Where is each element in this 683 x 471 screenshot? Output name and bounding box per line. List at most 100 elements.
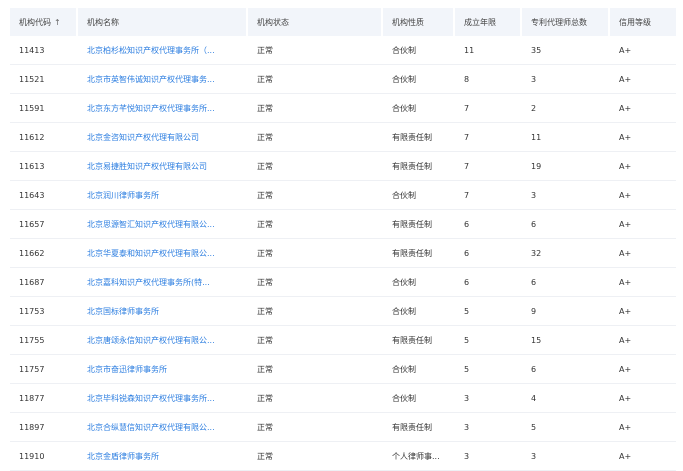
- column-header-agents: 专利代理师总数: [522, 8, 610, 36]
- agency-name-link[interactable]: 北京东方芊悦知识产权代理事务所...: [87, 103, 215, 114]
- agency-credit-rating: A+: [619, 335, 632, 345]
- agency-credit-rating: A+: [619, 45, 632, 55]
- column-header-code[interactable]: 机构代码 ↑: [10, 8, 78, 36]
- agency-name-link[interactable]: 北京思源智汇知识产权代理有限公...: [87, 219, 215, 230]
- table-row: 11877 北京毕科锐森知识产权代理事务所... 正常 合伙制 3 4 A+: [10, 384, 676, 413]
- cell-credit: A+: [610, 123, 676, 151]
- agency-code: 11591: [19, 103, 45, 113]
- agency-credit-rating: A+: [619, 219, 632, 229]
- agency-years: 8: [464, 74, 470, 84]
- cell-agents: 6: [522, 355, 610, 383]
- table-header: 机构代码 ↑ 机构名称 机构状态 机构性质 成立年限 专利代理师总数 信用等级: [10, 8, 676, 36]
- agency-name-link[interactable]: 北京市英智伟诚知识产权代理事务...: [87, 74, 215, 85]
- column-header-years: 成立年限: [455, 8, 522, 36]
- agency-name-link[interactable]: 北京金盾律师事务所: [87, 451, 159, 462]
- table-row: 11757 北京市奋迅律师事务所 正常 合伙制 5 6 A+: [10, 355, 676, 384]
- agency-name-link[interactable]: 北京金咨知识产权代理有限公司: [87, 132, 199, 143]
- agency-status: 正常: [257, 45, 273, 55]
- agency-agent-count: 15: [531, 335, 542, 345]
- cell-credit: A+: [610, 239, 676, 267]
- column-header-name: 机构名称: [78, 8, 248, 36]
- cell-credit: A+: [610, 36, 676, 64]
- cell-nature: 有限责任制: [383, 239, 455, 267]
- cell-status: 正常: [248, 384, 383, 412]
- agency-agent-count: 2: [531, 103, 537, 113]
- agency-years: 6: [464, 219, 470, 229]
- agency-agent-count: 6: [531, 364, 537, 374]
- cell-code: 11877: [10, 384, 78, 412]
- cell-nature: 合伙制: [383, 94, 455, 122]
- agency-status: 正常: [257, 277, 273, 287]
- cell-code: 11897: [10, 413, 78, 441]
- cell-credit: A+: [610, 297, 676, 325]
- cell-years: 7: [455, 123, 522, 151]
- agency-credit-rating: A+: [619, 277, 632, 287]
- cell-nature: 合伙制: [383, 297, 455, 325]
- cell-nature: 合伙制: [383, 355, 455, 383]
- agency-name-link[interactable]: 北京柏杉松知识产权代理事务所（...: [87, 45, 215, 56]
- agency-table: 机构代码 ↑ 机构名称 机构状态 机构性质 成立年限 专利代理师总数 信用等级 …: [10, 8, 676, 471]
- cell-status: 正常: [248, 413, 383, 441]
- table-row: 11753 北京国标律师事务所 正常 合伙制 5 9 A+: [10, 297, 676, 326]
- cell-years: 6: [455, 210, 522, 238]
- agency-status: 正常: [257, 161, 273, 171]
- cell-name: 北京嘉科知识产权代理事务所(特...: [78, 268, 248, 296]
- cell-name: 北京思源智汇知识产权代理有限公...: [78, 210, 248, 238]
- table-row: 11521 北京市英智伟诚知识产权代理事务... 正常 合伙制 8 3 A+: [10, 65, 676, 94]
- agency-status: 正常: [257, 364, 273, 374]
- cell-years: 3: [455, 413, 522, 441]
- agency-status: 正常: [257, 248, 273, 258]
- agency-name-link[interactable]: 北京市奋迅律师事务所: [87, 364, 167, 375]
- sort-arrow-up-icon[interactable]: ↑: [54, 18, 61, 27]
- agency-years: 3: [464, 422, 470, 432]
- cell-code: 11753: [10, 297, 78, 325]
- cell-years: 6: [455, 239, 522, 267]
- agency-nature: 合伙制: [392, 306, 416, 316]
- cell-code: 11413: [10, 36, 78, 64]
- cell-nature: 有限责任制: [383, 152, 455, 180]
- agency-agent-count: 6: [531, 219, 537, 229]
- cell-agents: 35: [522, 36, 610, 64]
- agency-status: 正常: [257, 451, 273, 461]
- cell-status: 正常: [248, 123, 383, 151]
- agency-nature: 有限责任制: [392, 161, 432, 171]
- agency-status: 正常: [257, 74, 273, 84]
- agency-name-link[interactable]: 北京润川律师事务所: [87, 190, 159, 201]
- agency-name-link[interactable]: 北京易捷胜知识产权代理有限公司: [87, 161, 207, 172]
- agency-agent-count: 3: [531, 190, 537, 200]
- agency-name-link[interactable]: 北京嘉科知识产权代理事务所(特...: [87, 277, 210, 288]
- agency-credit-rating: A+: [619, 306, 632, 316]
- cell-status: 正常: [248, 210, 383, 238]
- agency-agent-count: 32: [531, 248, 542, 258]
- agency-credit-rating: A+: [619, 74, 632, 84]
- table-row: 11591 北京东方芊悦知识产权代理事务所... 正常 合伙制 7 2 A+: [10, 94, 676, 123]
- agency-name-link[interactable]: 北京毕科锐森知识产权代理事务所...: [87, 393, 215, 404]
- agency-name-link[interactable]: 北京唐颂永信知识产权代理有限公...: [87, 335, 215, 346]
- table-row: 11657 北京思源智汇知识产权代理有限公... 正常 有限责任制 6 6 A+: [10, 210, 676, 239]
- cell-agents: 4: [522, 384, 610, 412]
- agency-name-link[interactable]: 北京国标律师事务所: [87, 306, 159, 317]
- cell-code: 11757: [10, 355, 78, 383]
- cell-status: 正常: [248, 268, 383, 296]
- cell-years: 5: [455, 297, 522, 325]
- agency-years: 5: [464, 364, 470, 374]
- cell-agents: 6: [522, 268, 610, 296]
- agency-nature: 个人律师事...: [392, 451, 440, 461]
- cell-years: 3: [455, 384, 522, 412]
- agency-credit-rating: A+: [619, 132, 632, 142]
- agency-nature: 合伙制: [392, 277, 416, 287]
- cell-agents: 6: [522, 210, 610, 238]
- cell-nature: 有限责任制: [383, 413, 455, 441]
- cell-name: 北京易捷胜知识产权代理有限公司: [78, 152, 248, 180]
- cell-name: 北京金盾律师事务所: [78, 442, 248, 470]
- cell-credit: A+: [610, 181, 676, 209]
- agency-status: 正常: [257, 190, 273, 200]
- agency-code: 11897: [19, 422, 45, 432]
- cell-status: 正常: [248, 94, 383, 122]
- agency-name-link[interactable]: 北京合纵慧信知识产权代理有限公...: [87, 422, 215, 433]
- agency-status: 正常: [257, 132, 273, 142]
- agency-credit-rating: A+: [619, 451, 632, 461]
- cell-credit: A+: [610, 326, 676, 354]
- agency-name-link[interactable]: 北京华夏泰和知识产权代理有限公...: [87, 248, 215, 259]
- agency-agent-count: 4: [531, 393, 537, 403]
